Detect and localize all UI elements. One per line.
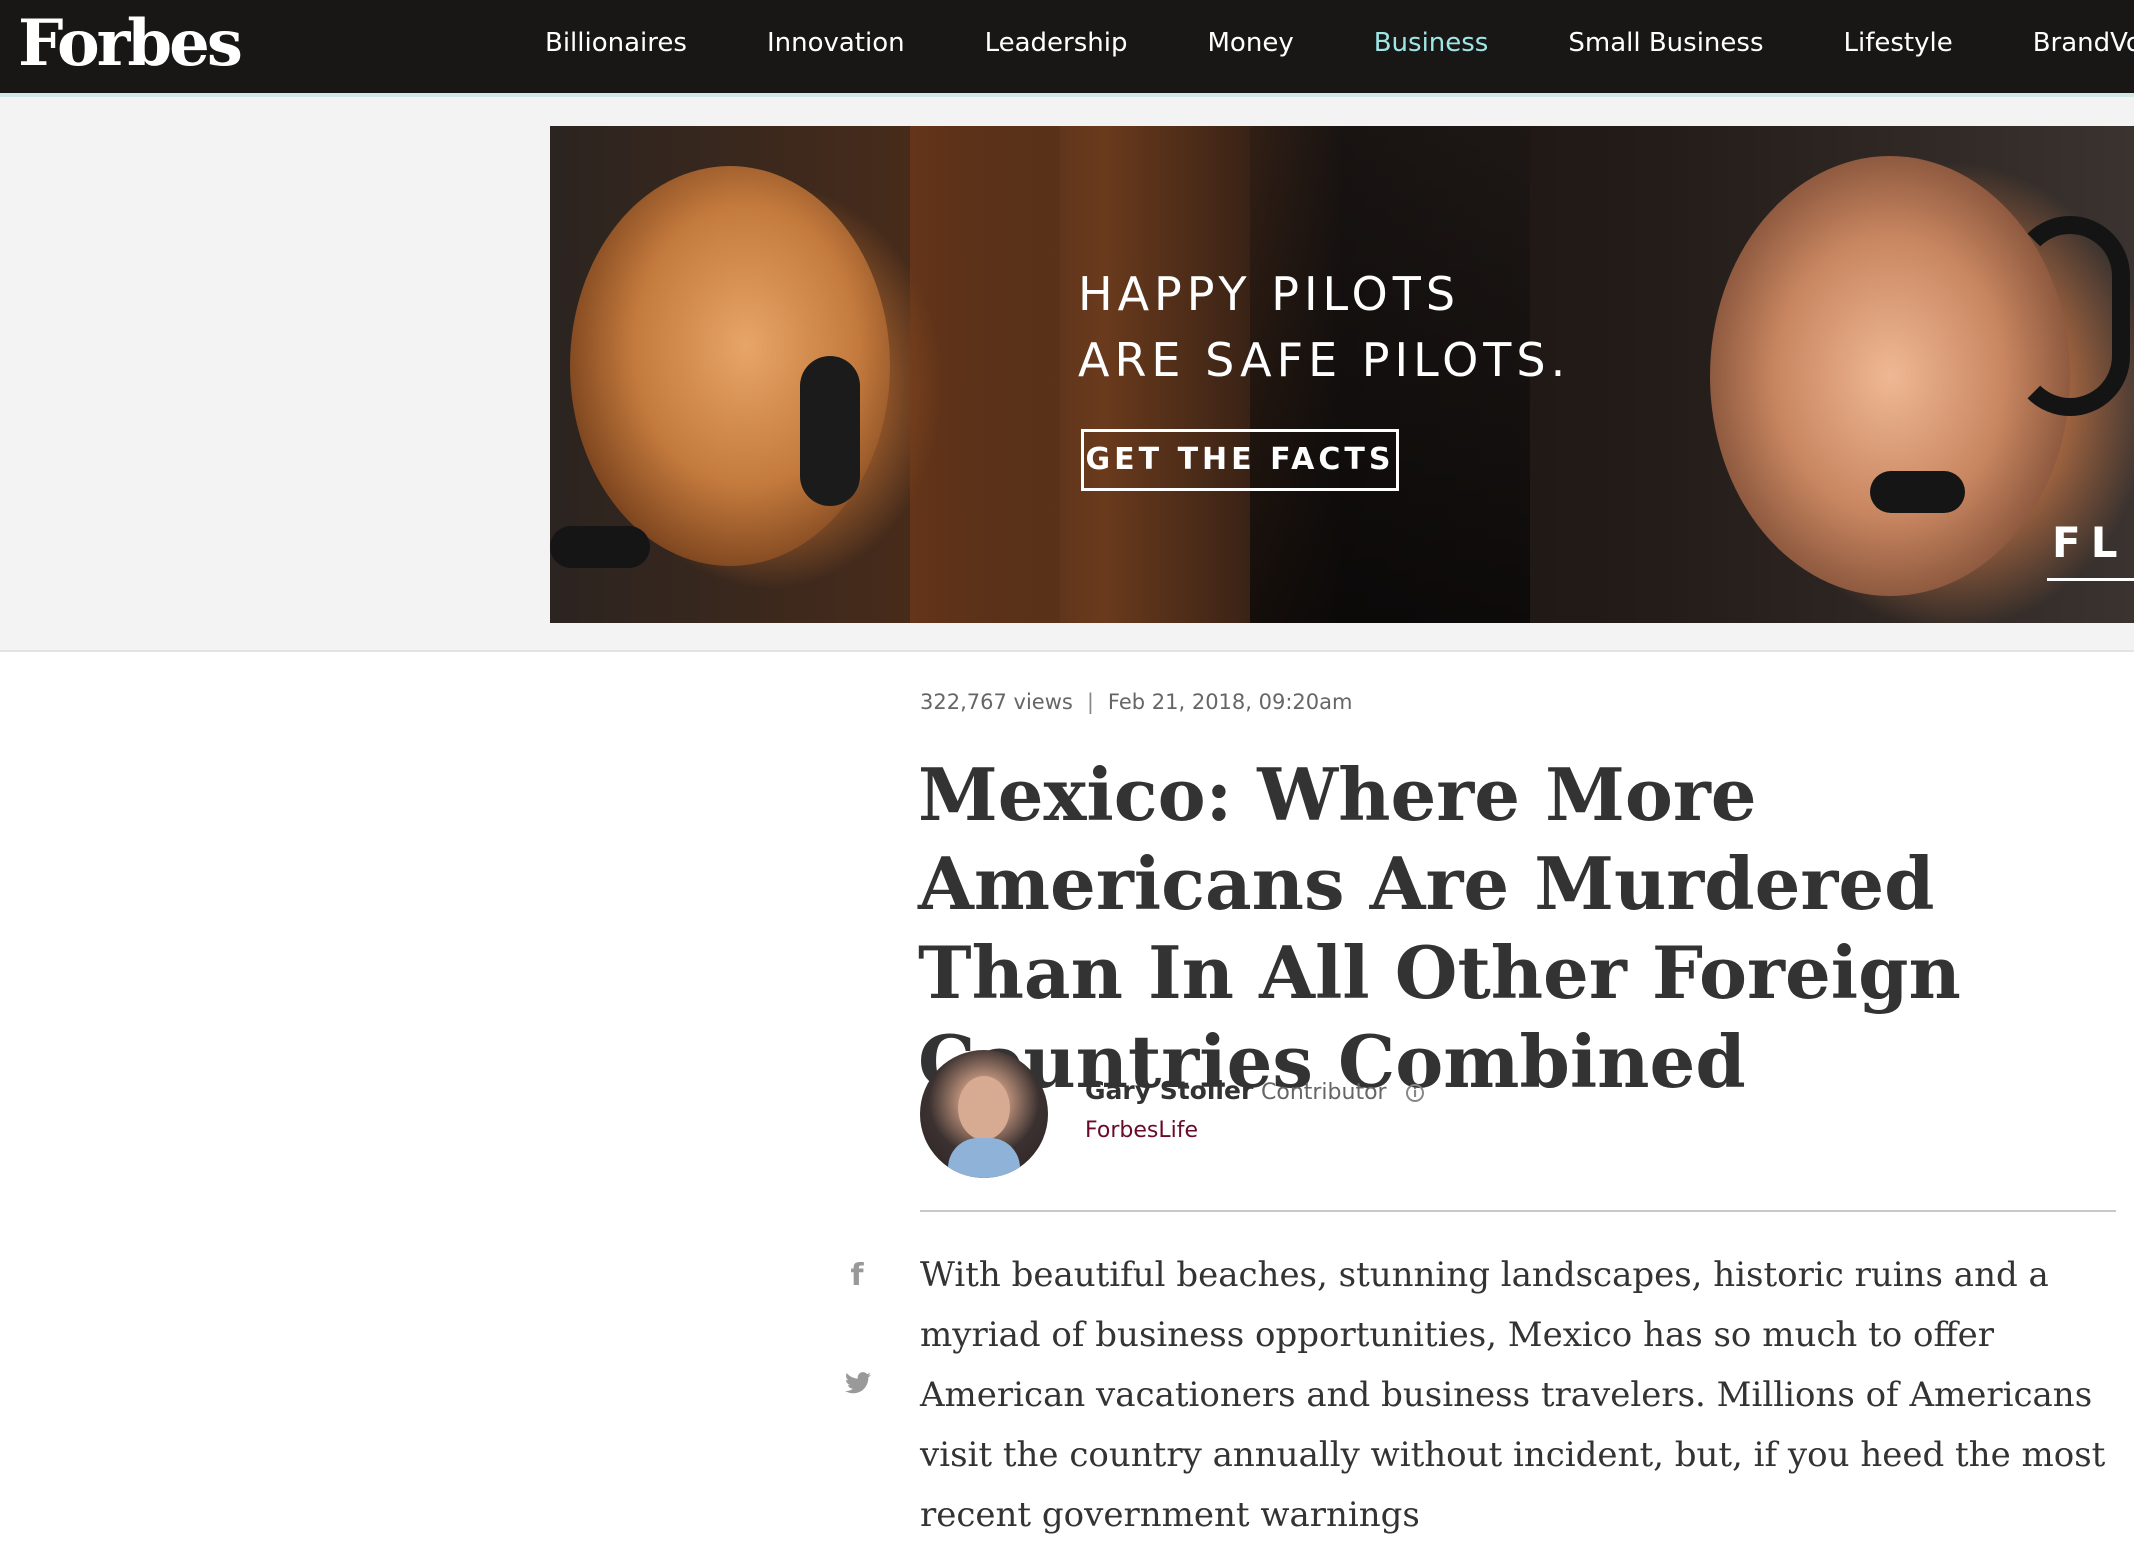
nav-item-leadership[interactable]: Leadership [985, 0, 1128, 86]
author-byline: Gary Stoller Contributor i ForbesLife [920, 1050, 2120, 1180]
ad-brand-underline [2047, 578, 2134, 581]
microphone-icon [550, 526, 650, 568]
twitter-icon[interactable] [845, 1372, 871, 1398]
article-body-paragraph: With beautiful beaches, stunning landsca… [920, 1255, 2106, 1535]
author-avatar[interactable] [920, 1050, 1048, 1178]
nav-item-brandvoice[interactable]: BrandVoic [2033, 0, 2134, 86]
author-name[interactable]: Gary Stoller [1085, 1076, 1253, 1105]
info-circle-icon[interactable]: i [1406, 1084, 1424, 1102]
nav-item-billionaires[interactable]: Billionaires [545, 0, 687, 86]
facebook-icon[interactable]: f [845, 1258, 869, 1293]
avatar-shirt [948, 1138, 1020, 1178]
byline-divider [920, 1210, 2116, 1212]
top-nav: Forbes Billionaires Innovation Leadershi… [0, 0, 2134, 97]
microphone-icon [1870, 471, 1965, 513]
headset-icon [2010, 216, 2130, 416]
ad-headline: HAPPY PILOTS ARE SAFE PILOTS. [1078, 267, 1571, 387]
view-count: 322,767 views [920, 690, 1073, 714]
section-nav: Billionaires Innovation Leadership Money… [545, 0, 2134, 86]
ad-background-panel [910, 126, 1060, 623]
nav-item-small-business[interactable]: Small Business [1568, 0, 1763, 86]
headset-icon [800, 356, 860, 506]
ad-cta-button[interactable]: GET THE FACTS [1081, 429, 1399, 491]
publish-date: Feb 21, 2018, 09:20am [1107, 690, 1353, 714]
author-section-link[interactable]: ForbesLife [1085, 1118, 1198, 1143]
nav-item-business[interactable]: Business [1374, 0, 1489, 86]
forbes-logo[interactable]: Forbes [18, 2, 243, 86]
article-meta: 322,767 views | Feb 21, 2018, 09:20am [920, 690, 1352, 714]
nav-item-lifestyle[interactable]: Lifestyle [1844, 0, 1953, 86]
banner-ad[interactable]: HAPPY PILOTS ARE SAFE PILOTS. GET THE FA… [550, 126, 2134, 623]
meta-separator: | [1086, 690, 1094, 714]
ad-brand-logo: FL [2052, 518, 2128, 567]
author-role: Contributor [1261, 1080, 1387, 1105]
nav-item-innovation[interactable]: Innovation [767, 0, 905, 86]
ad-band: HAPPY PILOTS ARE SAFE PILOTS. GET THE FA… [0, 97, 2134, 652]
twitter-bird-glyph [845, 1372, 871, 1394]
avatar-head [958, 1076, 1010, 1140]
nav-item-money[interactable]: Money [1208, 0, 1294, 86]
